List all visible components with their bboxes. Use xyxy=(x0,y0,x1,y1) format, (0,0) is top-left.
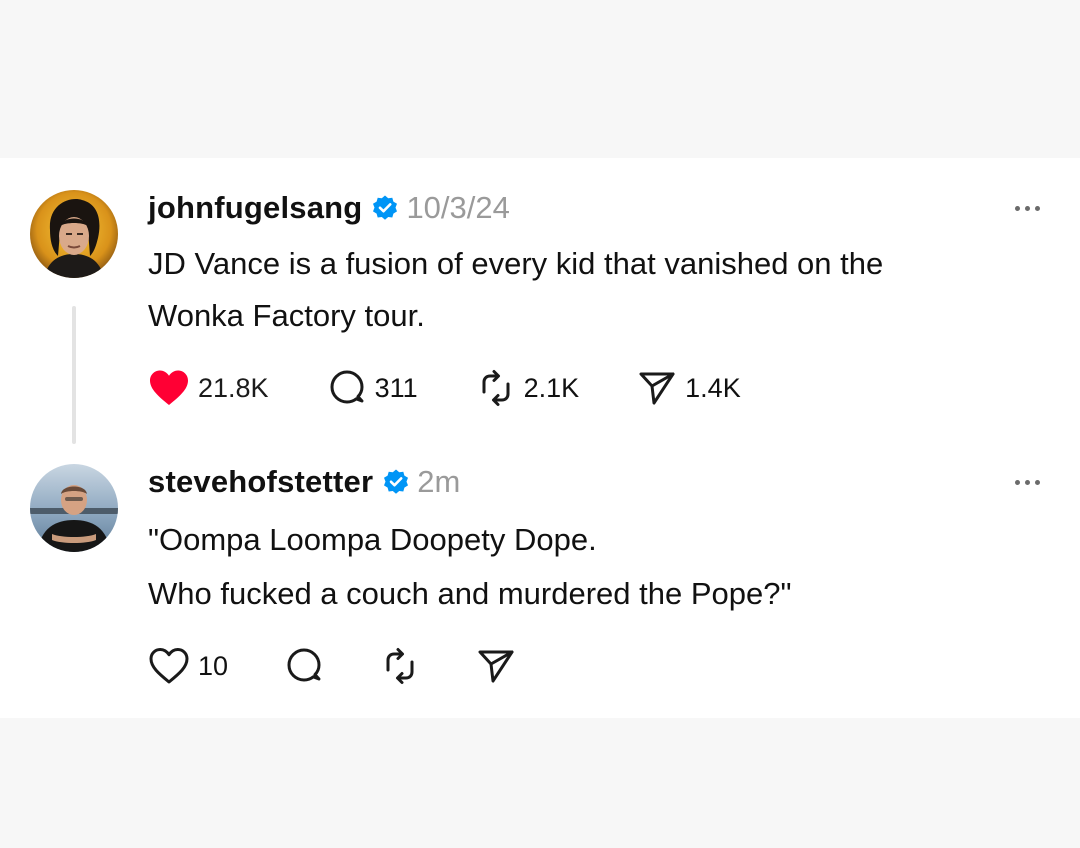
post-actions: 21.8K 311 2.1K 1.4K xyxy=(148,368,741,408)
like-count: 21.8K xyxy=(198,372,269,403)
send-icon xyxy=(478,650,514,683)
comment-bubble-icon xyxy=(287,648,321,682)
post-text-line: Wonka Factory tour. xyxy=(148,298,425,333)
username[interactable]: johnfugelsang xyxy=(148,190,362,226)
more-options-icon[interactable] xyxy=(1015,198,1040,218)
repost-button[interactable]: 2.1K xyxy=(476,368,580,408)
post-actions: 10 xyxy=(148,646,516,686)
send-icon xyxy=(639,372,675,405)
username[interactable]: stevehofstetter xyxy=(148,464,373,500)
heart-outline-icon xyxy=(149,648,189,684)
post-time: 10/3/24 xyxy=(406,190,510,225)
post-time: 2m xyxy=(417,464,461,499)
verified-badge-icon xyxy=(382,468,410,496)
post-text-line: JD Vance is a fusion of every kid that v… xyxy=(148,246,884,281)
post-text-line: "Oompa Loompa Doopety Dope. xyxy=(148,522,597,557)
like-button[interactable]: 21.8K xyxy=(148,369,269,407)
share-button[interactable]: 1.4K xyxy=(637,368,741,408)
repost-button[interactable] xyxy=(380,646,420,686)
comment-bubble-icon xyxy=(330,370,364,404)
repost-count: 2.1K xyxy=(523,372,580,403)
share-count: 1.4K xyxy=(685,372,741,403)
like-button[interactable]: 10 xyxy=(148,647,228,685)
thread-line xyxy=(72,306,76,444)
comment-button[interactable]: 311 xyxy=(327,368,418,408)
repost-icon xyxy=(482,370,510,406)
verified-badge-icon xyxy=(371,194,399,222)
avatar[interactable] xyxy=(30,190,118,278)
comment-button[interactable] xyxy=(284,646,324,686)
post-text-line: Who fucked a couch and murdered the Pope… xyxy=(148,576,792,611)
repost-icon xyxy=(386,648,414,684)
comment-count: 311 xyxy=(374,372,418,403)
avatar[interactable] xyxy=(30,464,118,552)
like-count: 10 xyxy=(198,650,229,681)
heart-filled-icon xyxy=(150,370,188,405)
post-header: stevehofstetter 2m xyxy=(148,462,460,502)
share-button[interactable] xyxy=(476,646,516,686)
post-header: johnfugelsang 10/3/24 xyxy=(148,188,510,228)
more-options-icon[interactable] xyxy=(1015,472,1040,492)
